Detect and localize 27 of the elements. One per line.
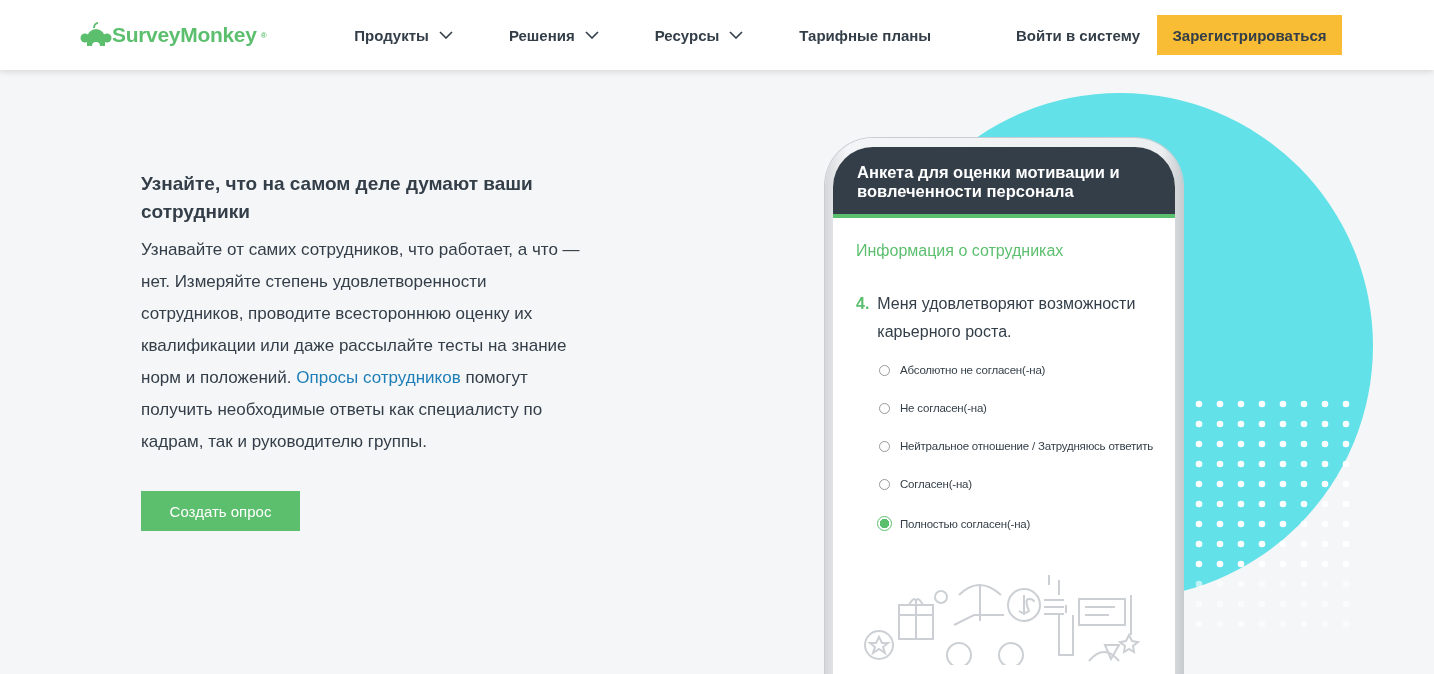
radio-button[interactable] [879, 364, 890, 376]
hero-paragraph: Узнавайте от самих сотрудников, что работает, а что — нет. Измеряйте степень удовлетворенности сотрудников, проводите всестороннюю оценку их квалификации или даже рассылайте тесты на знание норм и положений. Опросы сотрудников помогут получить необходимые ответы как специалисту по кадрам, так и руководителю группы. [141, 239, 581, 453]
survey-title: Анкета для оценки мотивации и вовлеченности персонала [833, 147, 1175, 218]
radio-button[interactable] [879, 440, 890, 452]
option-label: Абсолютно не согласен(-на) [900, 364, 1046, 376]
option-label: Не согласен(-на) [900, 402, 987, 414]
employee-surveys-link[interactable]: Опросы сотрудников [296, 368, 461, 387]
question-number: 4. [856, 294, 870, 314]
nav-menu-item[interactable]: Продукты [354, 26, 453, 44]
chevron-down-icon [729, 31, 744, 39]
chevron-down-icon [438, 31, 453, 39]
hero-heading: Узнайте, что на самом деле думают ваши сотрудники [141, 172, 534, 224]
section-title: Информация о сотрудниках [856, 242, 1065, 260]
question-text: Меня удовлетворяют возможности карьерного роста. [877, 294, 1137, 342]
radio-button[interactable] [877, 516, 892, 531]
option-label: Согласен(-на) [900, 478, 972, 490]
login-link[interactable]: Войти в систему [1016, 26, 1140, 44]
nav-menu-item[interactable]: Решения [508, 26, 599, 44]
radio-button[interactable] [879, 478, 890, 490]
option-label: Нейтральное отношение / Затрудняюсь ответить [900, 440, 1154, 452]
option-label: Полностью согласен(-на) [900, 517, 1031, 530]
nav-menu-item[interactable]: Тарифные планы [799, 26, 932, 44]
chevron-down-icon [584, 31, 599, 39]
radio-button[interactable] [879, 402, 890, 414]
nav-menu-item[interactable]: Ресурсы [654, 26, 744, 44]
signup-button[interactable]: Зарегистрироваться [1157, 15, 1342, 55]
monkey-logo-icon [80, 22, 112, 48]
